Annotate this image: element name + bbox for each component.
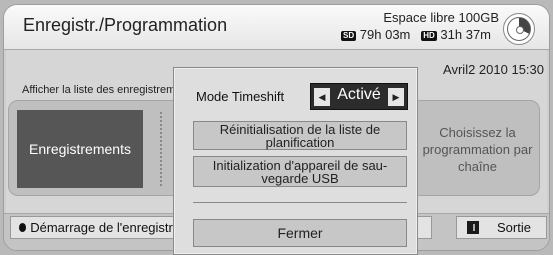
record-dot-icon	[19, 223, 27, 232]
free-space-values: SD 79h 03m HD 31h 37m	[341, 27, 491, 42]
timeshift-label: Mode Timeshift	[196, 89, 285, 104]
usb-init-button[interactable]: Initialization d'appareil de sau-vegarde…	[193, 156, 407, 187]
datetime: Avril2 2010 15:30	[443, 62, 544, 77]
timeshift-value: Activé	[337, 86, 381, 103]
free-space-label: Espace libre 100GB	[383, 10, 499, 25]
list-label: Afficher la liste des enregistrements	[22, 84, 197, 96]
exit-label: Sortie	[497, 220, 531, 235]
hd-badge: HD	[421, 31, 437, 41]
timeshift-selector[interactable]: ◀ Activé ▶	[310, 83, 408, 110]
sd-time: 79h 03m	[359, 27, 411, 42]
close-button[interactable]: Fermer	[193, 219, 407, 247]
arrow-right-icon[interactable]: ▶	[388, 88, 404, 106]
channel-schedule-button[interactable]: Choisissez la programmation par chaîne	[416, 110, 539, 188]
dotted-divider	[160, 112, 162, 186]
sd-badge: SD	[341, 31, 357, 41]
header: Enregistr./Programmation Espace libre 10…	[4, 5, 549, 50]
recordings-button[interactable]: Enregistrements	[17, 110, 143, 188]
exit-icon	[467, 221, 479, 234]
hd-time: 31h 37m	[440, 27, 491, 42]
reset-schedule-button[interactable]: Réinitialisation de la liste de planific…	[193, 121, 407, 150]
page-title: Enregistr./Programmation	[23, 15, 228, 35]
arrow-left-icon[interactable]: ◀	[314, 88, 330, 106]
exit-button[interactable]: Sortie	[456, 216, 547, 239]
disk-usage-icon	[503, 13, 535, 45]
dialog-divider	[193, 202, 407, 203]
